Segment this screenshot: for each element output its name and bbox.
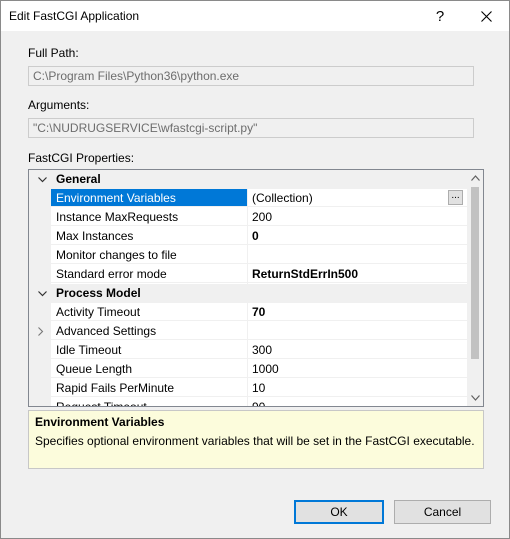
full-path-label: Full Path:	[28, 46, 79, 60]
property-name: Monitor changes to file	[51, 246, 247, 264]
help-button[interactable]: ?	[425, 1, 455, 31]
arguments-field[interactable]: "C:\NUDRUGSERVICE\wfastcgi-script.py"	[28, 118, 474, 138]
property-name: Queue Length	[51, 360, 247, 378]
property-value[interactable]: 90	[248, 398, 467, 406]
chevron-down-icon	[470, 395, 480, 401]
fastcgi-properties-label: FastCGI Properties:	[28, 151, 135, 165]
category-label: Process Model	[56, 286, 141, 300]
scroll-down-button[interactable]	[467, 390, 483, 406]
property-row-advanced-settings[interactable]: Advanced Settings	[29, 322, 467, 341]
category-label: General	[56, 172, 101, 186]
close-icon	[480, 10, 492, 22]
property-value[interactable]: 200	[248, 208, 467, 226]
chevron-down-icon[interactable]	[36, 170, 48, 189]
vertical-scrollbar[interactable]	[467, 170, 483, 406]
property-value[interactable]: ReturnStdErrIn500	[248, 265, 467, 283]
property-value[interactable]: 70	[248, 303, 467, 321]
cancel-button[interactable]: Cancel	[394, 500, 491, 524]
title-bar: Edit FastCGI Application ?	[1, 1, 509, 31]
chevron-down-icon[interactable]	[36, 284, 48, 303]
dialog-title: Edit FastCGI Application	[9, 9, 140, 23]
ok-button[interactable]: OK	[294, 500, 384, 524]
property-name: Environment Variables	[51, 189, 247, 207]
property-value[interactable]: (Collection) ...	[248, 189, 467, 207]
property-row-standard-error-mode[interactable]: Standard error mode ReturnStdErrIn500	[29, 265, 467, 284]
property-row-max-instances[interactable]: Max Instances 0	[29, 227, 467, 246]
property-name: Idle Timeout	[51, 341, 247, 359]
property-name: Advanced Settings	[51, 322, 247, 340]
property-row-rapid-fails-perminute[interactable]: Rapid Fails PerMinute 10	[29, 379, 467, 398]
category-process-model[interactable]: Process Model	[29, 284, 467, 303]
chevron-right-icon[interactable]	[35, 322, 47, 341]
property-value[interactable]: 1000	[248, 360, 467, 378]
property-row-environment-variables[interactable]: Environment Variables (Collection) ...	[29, 189, 467, 208]
property-name: Request Timeout	[51, 398, 247, 406]
property-value[interactable]: 10	[248, 379, 467, 397]
property-value[interactable]	[248, 322, 467, 340]
close-button[interactable]	[463, 1, 509, 31]
property-name: Max Instances	[51, 227, 247, 245]
description-text: Specifies optional environment variables…	[35, 434, 475, 448]
property-name: Rapid Fails PerMinute	[51, 379, 247, 397]
description-panel: Environment Variables Specifies optional…	[28, 410, 484, 469]
property-row-idle-timeout[interactable]: Idle Timeout 300	[29, 341, 467, 360]
chevron-up-icon	[470, 175, 480, 181]
property-value[interactable]	[248, 246, 467, 264]
full-path-field[interactable]: C:\Program Files\Python36\python.exe	[28, 66, 474, 86]
property-value[interactable]: 0	[248, 227, 467, 245]
property-name: Instance MaxRequests	[51, 208, 247, 226]
question-mark-icon: ?	[435, 7, 445, 25]
edit-fastcgi-dialog: Edit FastCGI Application ? Full Path: C:…	[0, 0, 510, 539]
property-row-instance-maxrequests[interactable]: Instance MaxRequests 200	[29, 208, 467, 227]
property-name: Activity Timeout	[51, 303, 247, 321]
description-title: Environment Variables	[35, 415, 165, 429]
property-row-monitor-changes[interactable]: Monitor changes to file	[29, 246, 467, 265]
arguments-label: Arguments:	[28, 98, 90, 112]
property-row-activity-timeout[interactable]: Activity Timeout 70	[29, 303, 467, 322]
scrollbar-thumb[interactable]	[471, 187, 479, 359]
property-value[interactable]: 300	[248, 341, 467, 359]
scroll-up-button[interactable]	[467, 170, 483, 186]
property-row-queue-length[interactable]: Queue Length 1000	[29, 360, 467, 379]
ellipsis-button[interactable]: ...	[448, 190, 463, 205]
property-grid[interactable]: General Environment Variables (Collectio…	[28, 169, 484, 407]
category-general[interactable]: General	[29, 170, 467, 189]
property-value-text: (Collection)	[252, 191, 313, 205]
property-name: Standard error mode	[51, 265, 247, 283]
property-row-request-timeout[interactable]: Request Timeout 90	[29, 398, 467, 406]
